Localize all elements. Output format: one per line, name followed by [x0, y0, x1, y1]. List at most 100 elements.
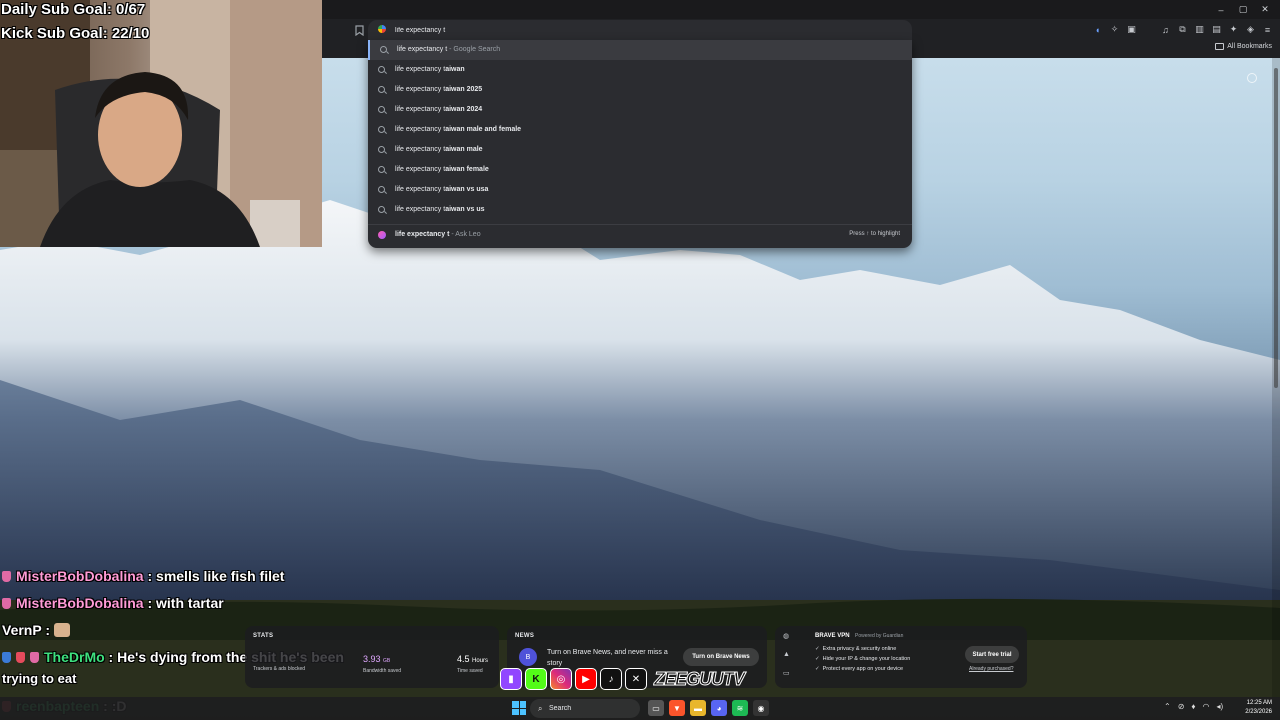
search-icon: [378, 166, 385, 173]
suggestion-item[interactable]: life expectancy taiwan male and female: [368, 120, 912, 140]
sub-badge-icon: [30, 652, 39, 663]
obs-icon[interactable]: ◉: [753, 700, 769, 716]
vpn-shield-icon[interactable]: ◍: [783, 632, 790, 640]
minimize-button[interactable]: –: [1210, 2, 1232, 17]
vpn-widget[interactable]: ◍ ▲ ▭ BRAVE VPN Powered by Guardian Extr…: [775, 626, 1027, 688]
brave-browser-icon[interactable]: ▼: [669, 700, 685, 716]
file-explorer-icon[interactable]: ▬: [690, 700, 706, 716]
windows-start-icon[interactable]: [512, 701, 526, 715]
menu-icon[interactable]: ≡: [1261, 23, 1274, 36]
search-icon: [378, 206, 385, 213]
discord-icon[interactable]: ◕: [711, 700, 727, 716]
spotify-icon[interactable]: ≋: [732, 700, 748, 716]
sidebar-icon[interactable]: ▥: [1193, 23, 1206, 36]
suggestion-item[interactable]: life expectancy taiwan vs us: [368, 200, 912, 220]
address-bar[interactable]: [368, 20, 912, 40]
extensions-icon[interactable]: ✧: [1108, 23, 1121, 36]
suggestion-suffix: - Google Search: [447, 46, 501, 53]
folder-icon: [1215, 43, 1225, 50]
toolbar-icons: ◖ ✧ ▣ ♫ ⧉ ▥ ▤ ✦ ◈ ≡: [1091, 23, 1274, 36]
stats-widget[interactable]: STATS Trackers & ads blocked 3.93 GB Ban…: [245, 626, 499, 688]
highlight-hint: Press ↑ to highlight: [849, 231, 900, 237]
suggestion-completion: aiwan vs us: [445, 206, 485, 213]
suggestion-item[interactable]: life expectancy taiwan female: [368, 160, 912, 180]
suggestion-text: life expectancy t: [395, 206, 446, 213]
taskbar-clock[interactable]: 12:25 AM 2/23/2026: [1238, 699, 1272, 717]
suggestion-item[interactable]: life expectancy taiwan 2025: [368, 80, 912, 100]
instagram-icon: ◎: [550, 668, 572, 690]
vpn-icon[interactable]: ◈: [1244, 23, 1257, 36]
suggestion-completion: aiwan 2024: [445, 106, 483, 113]
audio-icon[interactable]: ◖: [1091, 23, 1104, 36]
wifi-icon[interactable]: ◠: [1203, 702, 1210, 711]
search-icon: ⌕: [538, 704, 543, 713]
news-label: NEWS: [515, 633, 535, 639]
kick-icon: K: [525, 668, 547, 690]
vpn-triangle-icon[interactable]: ▲: [783, 651, 790, 658]
clock-date: 2/23/2026: [1245, 709, 1272, 715]
twitch-icon: ▮: [500, 668, 522, 690]
spacer-icon: [1142, 23, 1155, 36]
x-icon: ✕: [625, 668, 647, 690]
vpn-card-icon[interactable]: ▭: [783, 669, 790, 677]
bandwidth-label: Bandwidth saved: [363, 668, 402, 674]
windows-taskbar: ⌕ ▭ ▼ ▬ ◕ ≋ ◉ ⌃ ⊘ ♦ ◠ ◂) 12:25 AM 2/23/2…: [0, 697, 1280, 720]
suggestion-text: life expectancy t: [395, 66, 446, 73]
suggestion-text: life expectancy t: [395, 186, 446, 193]
vpn-title: BRAVE VPN: [815, 633, 850, 639]
suggestion-item[interactable]: life expectancy taiwan male: [368, 140, 912, 160]
suggestion-item[interactable]: life expectancy t - Google Search: [368, 40, 912, 60]
scrollbar-thumb[interactable]: [1274, 68, 1278, 388]
turn-on-brave-news-button[interactable]: Turn on Brave News: [683, 648, 759, 666]
all-bookmarks-button[interactable]: All Bookmarks: [1215, 43, 1272, 50]
bandwidth-value: 3.93: [363, 654, 381, 664]
vpn-powered-by: Powered by Guardian: [855, 633, 904, 639]
chat-separator: :: [41, 622, 54, 638]
wallet-icon[interactable]: ▤: [1210, 23, 1223, 36]
maximize-button[interactable]: ▢: [1232, 2, 1254, 17]
task-view-icon[interactable]: ▭: [648, 700, 664, 716]
tab-search-icon[interactable]: ▣: [1125, 23, 1138, 36]
bookmark-icon[interactable]: [352, 23, 366, 37]
gear-icon[interactable]: [1247, 73, 1257, 83]
leo-icon[interactable]: ✦: [1227, 23, 1240, 36]
taskbar-search[interactable]: ⌕: [530, 699, 640, 718]
page-scrollbar[interactable]: [1272, 58, 1280, 698]
search-icon: [378, 86, 385, 93]
bandwidth-stat: 3.93 GB: [363, 654, 390, 664]
search-icon: [378, 106, 385, 113]
already-purchased-link[interactable]: Already purchased?: [969, 666, 1013, 672]
window-controls: – ▢ ✕: [1210, 2, 1276, 17]
microphone-icon[interactable]: ♦: [1191, 702, 1195, 711]
taskbar-search-input[interactable]: [549, 702, 634, 715]
system-tray: ⌃ ⊘ ♦ ◠ ◂): [1164, 702, 1223, 711]
omnibox-suggestions: life expectancy t - Google Search life e…: [368, 40, 912, 248]
suggestion-completion: aiwan vs usa: [445, 186, 489, 193]
close-button[interactable]: ✕: [1254, 2, 1276, 17]
ask-leo-query: life expectancy t: [395, 231, 450, 238]
news-promo-text: Turn on Brave News, and never miss a sto…: [547, 649, 668, 667]
youtube-icon: ▶: [575, 668, 597, 690]
chevron-up-icon[interactable]: ⌃: [1164, 702, 1171, 711]
suggestion-item[interactable]: life expectancy taiwan vs usa: [368, 180, 912, 200]
trackers-label: Trackers & ads blocked: [253, 666, 306, 672]
suggestion-completion: aiwan male and female: [445, 126, 522, 133]
vpn-feature: Extra privacy & security online: [815, 646, 897, 652]
address-input[interactable]: [395, 23, 895, 37]
suggestion-item[interactable]: life expectancy taiwan: [368, 60, 912, 80]
vpn-feature: Hide your IP & change your location: [815, 656, 911, 662]
suggestion-item[interactable]: life expectancy taiwan 2024: [368, 100, 912, 120]
chat-message: VernP :: [2, 622, 70, 638]
chat-username: MisterBobDobalina: [16, 595, 144, 611]
sub-badge-icon: [2, 598, 11, 609]
ask-leo-item[interactable]: life expectancy t - Ask Leo Press ↑ to h…: [368, 225, 912, 245]
start-free-trial-button[interactable]: Start free trial: [965, 646, 1019, 663]
volume-icon[interactable]: ◂): [1216, 702, 1223, 711]
time-stat: 4.5 Hours: [457, 654, 488, 664]
bookmarks-icon[interactable]: ⧉: [1176, 23, 1189, 36]
search-icon: [378, 66, 385, 73]
suggestion-text: life expectancy t: [395, 86, 446, 93]
network-off-icon[interactable]: ⊘: [1178, 702, 1185, 711]
media-icon[interactable]: ♫: [1159, 23, 1172, 36]
browser-titlebar[interactable]: – ▢ ✕: [322, 0, 1280, 19]
